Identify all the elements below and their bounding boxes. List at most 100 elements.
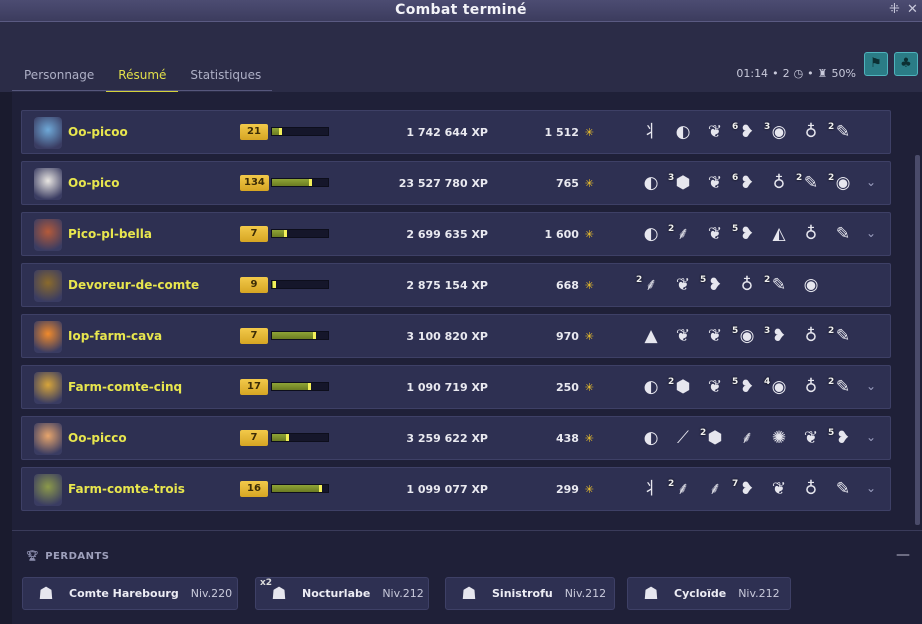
- kamas-gained: 1 512 ✳: [544, 126, 595, 139]
- hide-monsters-button[interactable]: ♣: [894, 52, 918, 76]
- chevron-down-icon[interactable]: ⌄: [866, 481, 876, 495]
- shell-icon[interactable]: ◐: [638, 425, 664, 451]
- group-toggle-button[interactable]: ⚑: [864, 52, 888, 76]
- tab-personnage[interactable]: Personnage: [12, 62, 106, 92]
- xp-progress-fill: [272, 434, 289, 441]
- chevron-down-icon[interactable]: ⌄: [866, 226, 876, 240]
- monster-level: Niv.212: [564, 587, 607, 600]
- player-row[interactable]: Oo-picco 7 3 259 622 XP 438 ✳ ◐ ⟋ ⬢ 2 ⸙ ✺ ❦ ❥ 5 ⌄: [21, 416, 891, 460]
- feather-icon[interactable]: ❦: [702, 119, 728, 145]
- monster-card[interactable]: ☗ Cycloïde Niv.212: [627, 577, 791, 610]
- stone-icon[interactable]: ⬢ 3: [668, 170, 696, 196]
- kamas-gained: 250 ✳: [555, 381, 594, 394]
- dark-claw-icon[interactable]: ⸙: [734, 425, 760, 451]
- beak-icon[interactable]: ✎: [830, 476, 856, 502]
- gold-orb-icon[interactable]: ◉ 2: [828, 170, 856, 196]
- beak-icon[interactable]: ✎ 2: [828, 374, 856, 400]
- potion-icon[interactable]: ♁: [734, 272, 760, 298]
- branch-icon[interactable]: ⺦: [638, 119, 664, 145]
- xp-progress-bar: [271, 382, 329, 391]
- player-name: Farm-comte-trois: [68, 482, 185, 496]
- loot-items: ◐ ⸙ 2 ❦ ❥ 5 ◭ ♁ ✎: [638, 221, 856, 247]
- kamas-icon: ✳: [580, 432, 594, 445]
- item-quantity: 2: [764, 275, 771, 285]
- beak-icon[interactable]: ✎: [830, 221, 856, 247]
- beak-icon[interactable]: ✎ 2: [828, 119, 856, 145]
- player-row[interactable]: Devoreur-de-comte 9 2 875 154 XP 668 ✳ ⸙ 2 ❦ ❥ 5…: [21, 263, 891, 307]
- stone-icon[interactable]: ⬢ 2: [668, 374, 696, 400]
- branch-icon[interactable]: ⺦: [638, 476, 664, 502]
- player-name: Oo-picco: [68, 431, 127, 445]
- beak-icon[interactable]: ✎ 2: [796, 170, 824, 196]
- gold-orb-icon[interactable]: ◉ 5: [732, 323, 760, 349]
- tab-resume[interactable]: Résumé: [106, 62, 179, 92]
- monster-card[interactable]: ☗ Comte Harebourg Niv.220: [22, 577, 238, 610]
- gold-orb-icon[interactable]: ◉: [798, 272, 824, 298]
- shell-icon[interactable]: ◐: [638, 170, 664, 196]
- red-fish-icon[interactable]: ❥ 5: [732, 221, 760, 247]
- monster-name: Nocturlabe: [302, 587, 371, 600]
- claw-icon[interactable]: ⸙ 2: [636, 272, 664, 298]
- chevron-down-icon[interactable]: ⌄: [866, 430, 876, 444]
- red-fish-icon[interactable]: ❥ 7: [732, 476, 760, 502]
- potion-icon[interactable]: ♁: [798, 476, 824, 502]
- feather-icon[interactable]: ❦: [702, 374, 728, 400]
- stone-icon[interactable]: ⬢ 2: [700, 425, 728, 451]
- minimize-icon[interactable]: ⁜: [889, 2, 900, 18]
- shell-icon[interactable]: ◐: [638, 221, 664, 247]
- kamas-icon: ✳: [580, 126, 594, 139]
- chevron-down-icon[interactable]: ⌄: [866, 175, 876, 189]
- blade-icon[interactable]: ◭: [766, 221, 792, 247]
- player-row[interactable]: Farm-comte-trois 16 1 099 077 XP 299 ✳ ⺦ ⸙ 2 ⸙ ❥…: [21, 467, 891, 511]
- avatar-green-hood: [34, 474, 62, 506]
- feather-icon[interactable]: ❦: [766, 476, 792, 502]
- player-row[interactable]: Farm-comte-cinq 17 1 090 719 XP 250 ✳ ◐ ⬢ 2 ❦ ❥ 5…: [21, 365, 891, 409]
- red-fish-icon[interactable]: ❥ 5: [700, 272, 728, 298]
- shell-icon[interactable]: ◐: [638, 374, 664, 400]
- monster-multiplier: x2: [260, 577, 273, 588]
- tab-statistiques[interactable]: Statistiques: [178, 62, 273, 92]
- beak-icon[interactable]: ✎ 2: [828, 323, 856, 349]
- feather-icon[interactable]: ❦: [702, 221, 728, 247]
- xp-progress-bar: [271, 229, 329, 238]
- red-fish-icon[interactable]: ❥ 5: [732, 374, 760, 400]
- shell-icon[interactable]: ◐: [670, 119, 696, 145]
- player-row[interactable]: Oo-pico 134 23 527 780 XP 765 ✳ ◐ ⬢ 3 ❦ ❥ 6 ♁ ✎ 2 ◉ 2 ⌄: [21, 161, 891, 205]
- needle-icon[interactable]: ⟋: [670, 425, 696, 451]
- feather-icon[interactable]: ❦: [670, 272, 696, 298]
- potion-icon[interactable]: ♁: [798, 119, 824, 145]
- orange-bug-icon[interactable]: ✺: [766, 425, 792, 451]
- player-row[interactable]: Oo-picoo 21 1 742 644 XP 1 512 ✳ ⺦ ◐ ❦ ❥ 6 ◉ 3 ♁ ✎ 2: [21, 110, 891, 154]
- feather-icon[interactable]: ❦: [702, 170, 728, 196]
- monster-card[interactable]: ☗ Sinistrofu Niv.212: [445, 577, 615, 610]
- player-row[interactable]: Pico-pl-bella 7 2 699 635 XP 1 600 ✳ ◐ ⸙ 2 ❦ ❥ 5 ◭…: [21, 212, 891, 256]
- scrollbar[interactable]: [915, 155, 920, 525]
- dark-claw-icon[interactable]: ⸙: [702, 476, 728, 502]
- loot-items: ◐ ⬢ 2 ❦ ❥ 5 ◉ 4 ♁ ✎ 2: [638, 374, 856, 400]
- red-fish-icon[interactable]: ❥ 3: [764, 323, 792, 349]
- potion-icon[interactable]: ♁: [798, 374, 824, 400]
- potion-icon[interactable]: ♁: [798, 221, 824, 247]
- claw-icon[interactable]: ⸙ 2: [668, 476, 696, 502]
- player-row[interactable]: Iop-farm-cava 7 3 100 820 XP 970 ✳ ▲ ❦ ❦ ◉ 5 ❥ 3 ♁ ✎…: [21, 314, 891, 358]
- gold-orb-icon[interactable]: ◉ 3: [764, 119, 792, 145]
- feather-icon[interactable]: ❦: [670, 323, 696, 349]
- feather-icon[interactable]: ❦: [798, 425, 824, 451]
- cone-icon[interactable]: ▲: [638, 323, 664, 349]
- red-fish-icon[interactable]: ❥ 6: [732, 170, 760, 196]
- player-name: Farm-comte-cinq: [68, 380, 183, 394]
- feather-icon[interactable]: ❦: [702, 323, 728, 349]
- red-fish-icon[interactable]: ❥ 6: [732, 119, 760, 145]
- potion-icon[interactable]: ♁: [798, 323, 824, 349]
- red-fish-icon[interactable]: ❥ 5: [828, 425, 856, 451]
- item-quantity: 2: [668, 377, 675, 387]
- kamas-gained: 1 600 ✳: [544, 228, 595, 241]
- beak-icon[interactable]: ✎ 2: [764, 272, 792, 298]
- chevron-down-icon[interactable]: ⌄: [866, 379, 876, 393]
- collapse-button[interactable]: —: [896, 547, 910, 563]
- monster-card[interactable]: ☗ x2 Nocturlabe Niv.212: [255, 577, 429, 610]
- close-icon[interactable]: ✕: [907, 2, 918, 18]
- gold-orb-icon[interactable]: ◉ 4: [764, 374, 792, 400]
- potion-icon[interactable]: ♁: [766, 170, 792, 196]
- claw-icon[interactable]: ⸙ 2: [668, 221, 696, 247]
